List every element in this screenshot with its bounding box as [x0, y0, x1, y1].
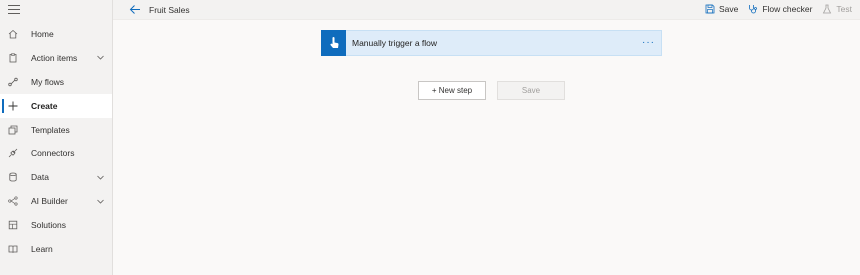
book-icon [8, 244, 18, 254]
sidebar-item-learn[interactable]: Learn [0, 237, 112, 261]
manual-trigger-icon [321, 29, 346, 56]
sidebar-item-create[interactable]: Create [0, 93, 112, 118]
header-save-button[interactable]: Save [705, 4, 738, 14]
sidebar-item-connectors[interactable]: Connectors [0, 141, 112, 165]
sidebar-item-data[interactable]: Data [0, 165, 112, 189]
flow-header: Fruit Sales Save Flow checker Test [113, 0, 860, 20]
sidebar-item-templates[interactable]: Templates [0, 118, 112, 142]
flow-checker-label: Flow checker [762, 4, 813, 14]
flow-icon [8, 77, 18, 87]
test-button[interactable]: Test [822, 4, 852, 14]
new-step-button[interactable]: + New step [418, 81, 486, 100]
sidebar-item-label: Data [31, 172, 49, 183]
trigger-label: Manually trigger a flow [352, 38, 438, 48]
chevron-down-icon[interactable] [96, 53, 105, 62]
trigger-card[interactable]: Manually trigger a flow ··· [321, 29, 662, 56]
flow-title: Fruit Sales [149, 5, 190, 15]
canvas-save-button[interactable]: Save [497, 81, 565, 100]
save-icon [705, 4, 715, 14]
sidebar-item-label: Learn [31, 243, 53, 254]
hamburger-menu-icon[interactable] [8, 5, 20, 15]
plus-icon [8, 101, 18, 111]
header-actions: Save Flow checker Test [695, 4, 852, 14]
back-arrow-icon[interactable] [129, 4, 141, 15]
flask-icon [823, 4, 832, 14]
sidebar-item-label: Home [31, 28, 54, 39]
flow-checker-button[interactable]: Flow checker [748, 4, 812, 14]
sidebar-item-label: Connectors [31, 148, 75, 159]
flow-canvas: Manually trigger a flow ··· + New step S… [113, 20, 860, 275]
sidebar-item-label: Solutions [31, 220, 66, 231]
more-options-icon[interactable]: ··· [642, 37, 655, 48]
header-save-label: Save [718, 4, 739, 14]
sidebar-item-label: Templates [31, 124, 70, 135]
sidebar-item-my-flows[interactable]: My flows [0, 70, 112, 94]
sidebar-item-label: Create [31, 100, 58, 111]
sidebar-item-action-items[interactable]: Action items [0, 46, 112, 70]
sidebar: Home Action items My flows Create Templa… [0, 0, 113, 275]
solutions-icon [8, 220, 18, 230]
sidebar-item-solutions[interactable]: Solutions [0, 213, 112, 237]
chevron-down-icon[interactable] [96, 197, 105, 206]
chevron-down-icon[interactable] [96, 173, 105, 182]
connector-icon [8, 148, 18, 158]
test-label: Test [836, 4, 852, 14]
sidebar-item-ai-builder[interactable]: AI Builder [0, 189, 112, 213]
ai-builder-icon [8, 196, 18, 206]
home-icon [8, 29, 18, 39]
sidebar-item-label: My flows [31, 76, 65, 87]
templates-icon [8, 125, 18, 135]
database-icon [8, 172, 18, 182]
sidebar-nav: Home Action items My flows Create Templa… [0, 22, 112, 261]
sidebar-item-label: AI Builder [31, 196, 68, 207]
stethoscope-icon [749, 5, 758, 14]
sidebar-item-home[interactable]: Home [0, 22, 112, 46]
sidebar-item-label: Action items [31, 52, 78, 63]
clipboard-icon [8, 53, 18, 63]
